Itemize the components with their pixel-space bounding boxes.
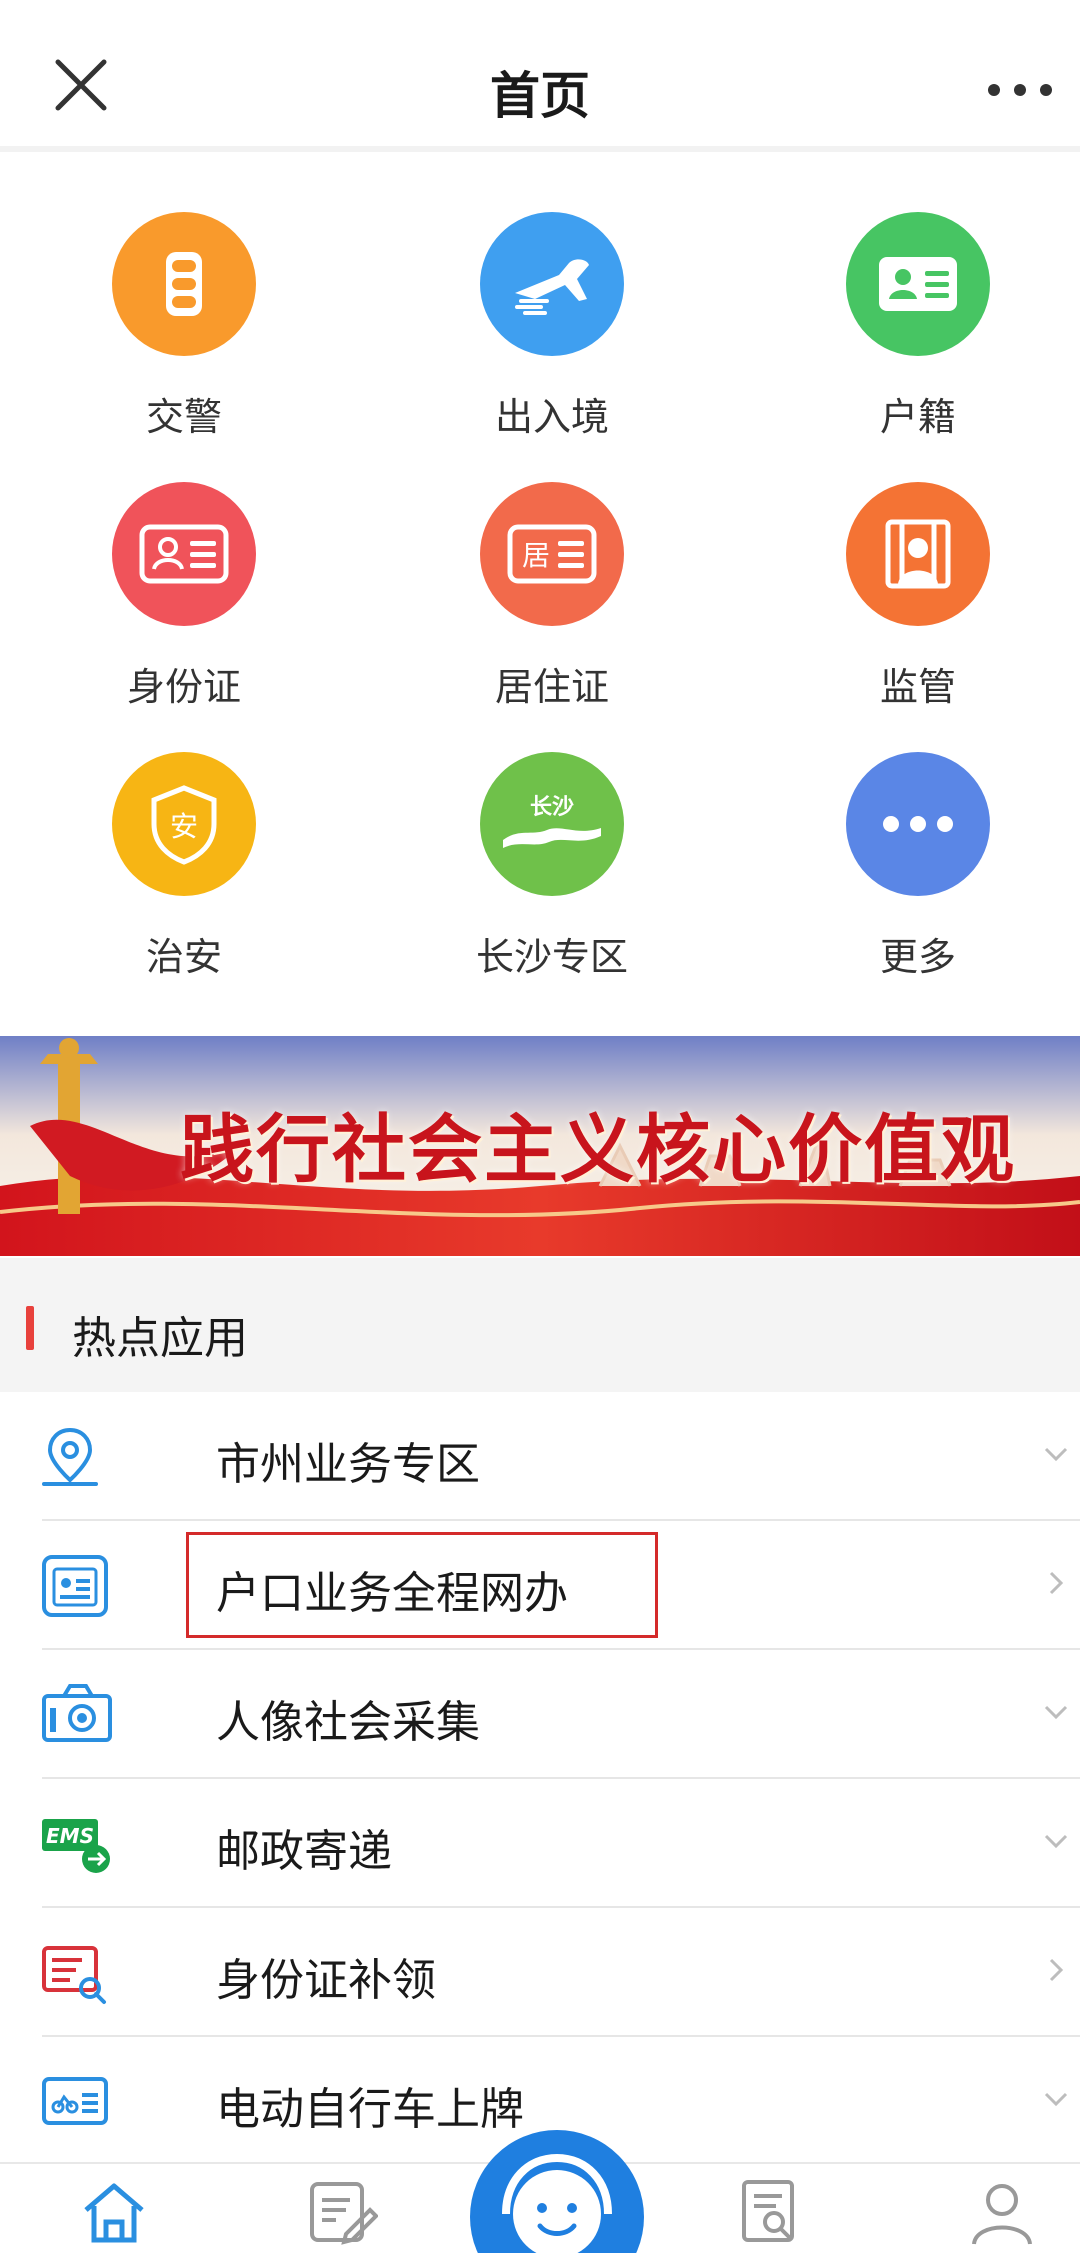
service-traffic-police[interactable]: 交警 — [4, 158, 364, 439]
service-residence-permit[interactable]: 居 居住证 — [372, 428, 732, 709]
detention-icon — [846, 482, 990, 626]
hot-apps-header: 热点应用 — [0, 1258, 1080, 1392]
service-exit-entry[interactable]: 出入境 — [372, 158, 732, 439]
service-public-security[interactable]: 安 治安 — [4, 698, 364, 979]
user-profile-icon[interactable] — [966, 2176, 1038, 2248]
edit-form-icon[interactable] — [306, 2176, 379, 2248]
location-pin-icon — [40, 1424, 116, 1490]
list-item-postal-delivery[interactable]: EMS 邮政寄递 — [0, 1779, 1080, 1908]
list-item-label: 电动自行车上牌 — [216, 2084, 524, 2135]
svg-text:EMS: EMS — [46, 1824, 94, 1848]
traffic-light-icon — [112, 212, 256, 356]
highlight-annotation — [186, 1532, 658, 1638]
service-grid: 交警 出入境 户籍 身份证 居 居住证 监管 安 治安 长沙 长沙专区 更多 — [0, 158, 1080, 1036]
svg-text:安: 安 — [170, 810, 198, 843]
section-accent-bar — [26, 1306, 34, 1350]
service-changsha-zone[interactable]: 长沙 长沙专区 — [372, 698, 732, 979]
ems-delivery-icon: EMS — [40, 1811, 116, 1877]
service-more[interactable]: 更多 — [738, 698, 1080, 979]
service-label: 长沙专区 — [475, 935, 628, 979]
service-supervision[interactable]: 监管 — [738, 428, 1080, 709]
home-icon[interactable] — [78, 2176, 150, 2248]
identity-card-icon — [112, 482, 256, 626]
top-bar: 首页 — [0, 0, 1080, 152]
section-title: 热点应用 — [72, 1313, 248, 1364]
airplane-icon — [480, 212, 624, 356]
list-item-label: 市州业务专区 — [216, 1439, 480, 1490]
list-item-id-reissue[interactable]: 身份证补领 — [0, 1908, 1080, 2037]
id-reissue-icon — [40, 1940, 116, 2006]
chevron-right-icon — [1040, 1954, 1072, 1986]
search-document-icon[interactable] — [736, 2176, 808, 2248]
chevron-down-icon — [1040, 1438, 1072, 1470]
more-dots-icon[interactable] — [982, 70, 1058, 110]
camera-icon — [40, 1682, 116, 1748]
chevron-down-icon — [1040, 2083, 1072, 2115]
chevron-down-icon — [1040, 1825, 1072, 1857]
more-icon — [846, 752, 990, 896]
residence-permit-icon: 居 — [480, 482, 624, 626]
service-label: 治安 — [145, 935, 222, 979]
banner-slogan: 践行社会主义核心价值观 — [180, 1107, 1016, 1193]
page-title: 首页 — [490, 67, 590, 125]
service-label: 更多 — [879, 935, 956, 979]
chevron-right-icon — [1040, 1567, 1072, 1599]
customer-service-icon[interactable] — [470, 2130, 644, 2253]
core-values-banner[interactable]: 践行社会主义核心价值观 — [0, 1036, 1080, 1256]
chevron-down-icon — [1040, 1696, 1072, 1728]
list-item-label: 身份证补领 — [216, 1955, 436, 2006]
shield-icon: 安 — [112, 752, 256, 896]
household-register-icon — [40, 1553, 116, 1619]
changsha-icon: 长沙 — [480, 752, 624, 896]
svg-text:居: 居 — [522, 539, 550, 572]
list-item-city-business[interactable]: 市州业务专区 — [0, 1392, 1080, 1521]
ebike-plate-icon — [40, 2069, 116, 2135]
service-household[interactable]: 户籍 — [738, 158, 1080, 439]
service-id-card[interactable]: 身份证 — [4, 428, 364, 709]
hot-apps-list: 市州业务专区 户口业务全程网办 人像社会采集 EMS 邮政寄递 身份证补领 电动… — [0, 1392, 1080, 2166]
list-item-label: 邮政寄递 — [216, 1826, 392, 1877]
changsha-badge: 长沙 — [530, 795, 574, 820]
list-item-portrait-capture[interactable]: 人像社会采集 — [0, 1650, 1080, 1779]
list-item-label: 人像社会采集 — [216, 1697, 480, 1748]
id-card-icon — [846, 212, 990, 356]
